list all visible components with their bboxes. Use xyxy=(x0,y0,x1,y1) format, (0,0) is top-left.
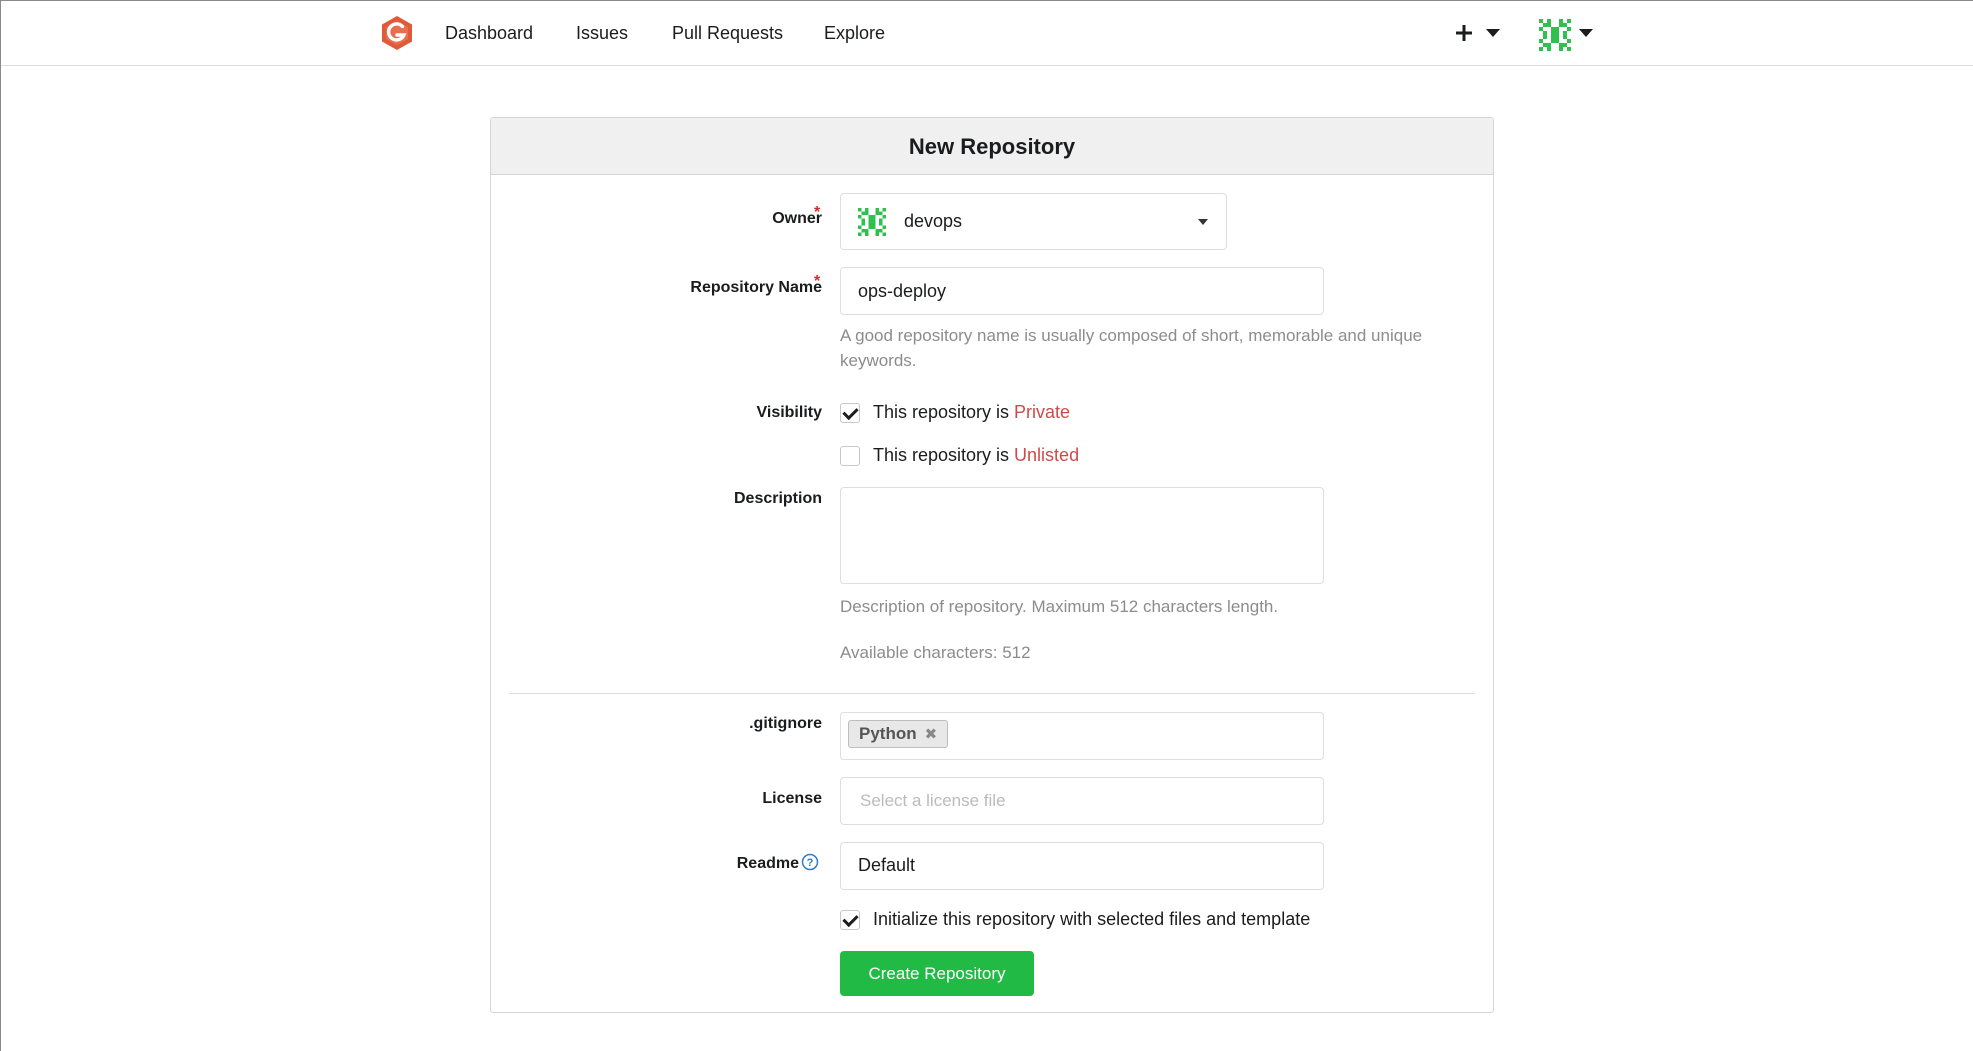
gitignore-dropdown[interactable]: Python ✖ xyxy=(840,712,1324,760)
description-label: Description xyxy=(733,490,822,507)
dropdown-caret-icon xyxy=(1198,219,1208,225)
chevron-down-icon xyxy=(1486,29,1500,37)
private-checkbox-label[interactable]: This repository is Private xyxy=(873,402,1070,423)
license-label: License xyxy=(762,790,822,807)
avatar-identicon xyxy=(858,208,886,236)
readme-value: Default xyxy=(858,855,916,875)
description-help: Description of repository. Maximum 512 c… xyxy=(840,597,1279,616)
description-textarea[interactable] xyxy=(840,487,1324,584)
available-characters: Available characters: 512 xyxy=(840,643,1031,662)
license-dropdown[interactable]: Select a license file xyxy=(840,777,1324,825)
nav-issues-link[interactable]: Issues xyxy=(576,21,628,45)
question-circle-icon[interactable]: ? xyxy=(801,853,819,871)
private-checkbox[interactable] xyxy=(840,403,860,423)
repo-name-label: Repository Name xyxy=(690,279,822,296)
license-placeholder: Select a license file xyxy=(860,791,1006,810)
initialize-checkbox[interactable] xyxy=(840,910,860,930)
nav-dashboard-link[interactable]: Dashboard xyxy=(445,21,533,45)
repo-name-input[interactable] xyxy=(840,267,1324,315)
initialize-checkbox-label[interactable]: Initialize this repository with selected… xyxy=(873,909,1310,930)
top-navbar: Dashboard Issues Pull Requests Explore xyxy=(1,1,1973,66)
unlisted-checkbox[interactable] xyxy=(840,446,860,466)
chevron-down-icon xyxy=(1579,29,1593,37)
required-marker: * xyxy=(814,204,821,221)
gitignore-tag: Python ✖ xyxy=(848,720,949,748)
nav-pull-requests-link[interactable]: Pull Requests xyxy=(672,21,783,45)
create-repository-button[interactable]: Create Repository xyxy=(840,951,1034,996)
avatar-identicon xyxy=(1539,19,1571,51)
visibility-label: Visibility xyxy=(756,404,822,421)
close-icon[interactable]: ✖ xyxy=(925,726,938,743)
page-title: New Repository xyxy=(491,118,1493,175)
new-repository-form: New Repository Owner * devops Repository… xyxy=(490,117,1494,1013)
gitea-logo-icon[interactable] xyxy=(379,15,415,51)
owner-dropdown[interactable]: devops xyxy=(840,193,1227,250)
repo-name-help: A good repository name is usually compos… xyxy=(840,326,1423,370)
svg-text:?: ? xyxy=(807,857,814,869)
section-divider xyxy=(509,693,1475,694)
unlisted-checkbox-label[interactable]: This repository is Unlisted xyxy=(873,445,1079,466)
nav-explore-link[interactable]: Explore xyxy=(824,21,885,45)
create-new-menu[interactable] xyxy=(1450,19,1502,47)
user-avatar-menu[interactable] xyxy=(1539,17,1597,53)
readme-label: Readme xyxy=(736,855,799,872)
plus-icon xyxy=(1456,25,1472,41)
readme-dropdown[interactable]: Default xyxy=(840,842,1324,890)
owner-value: devops xyxy=(904,211,963,231)
required-marker: * xyxy=(814,273,821,290)
gitignore-label: .gitignore xyxy=(749,715,822,732)
